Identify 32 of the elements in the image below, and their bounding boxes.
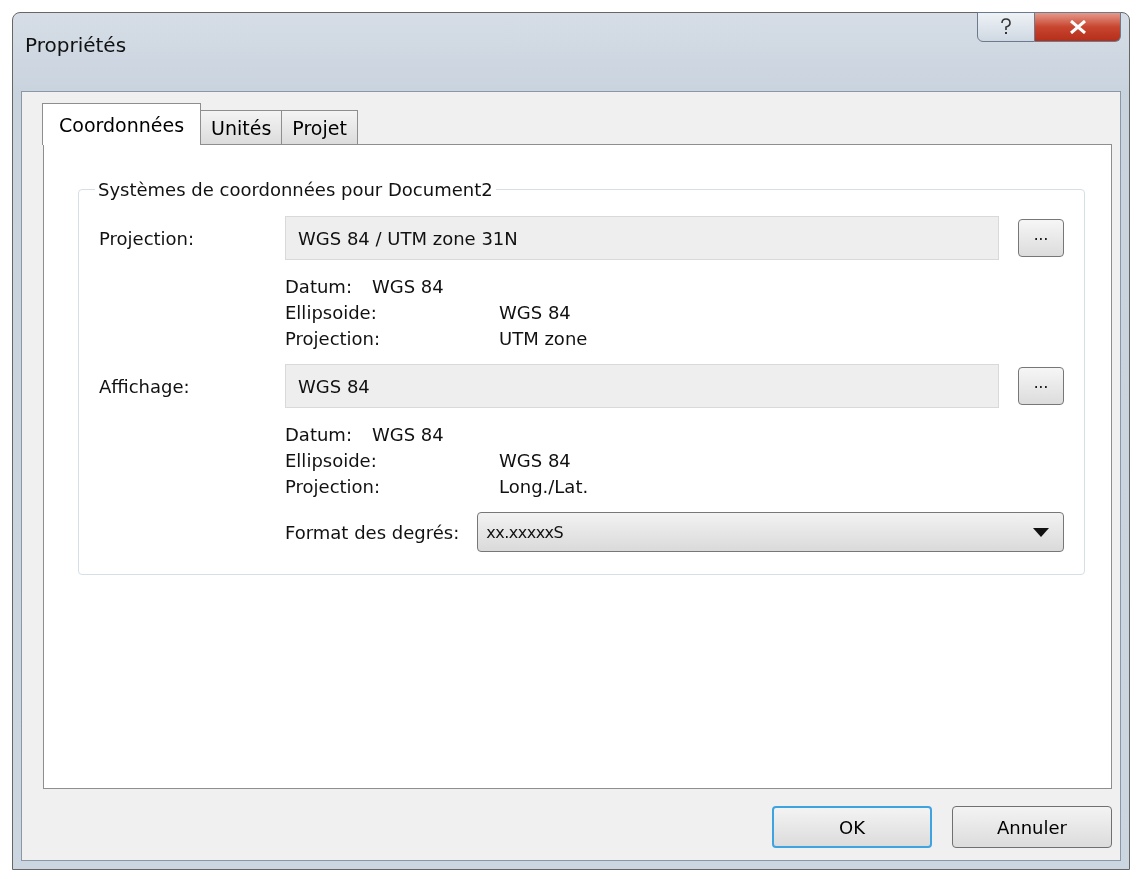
text-field[interactable]: WGS 84 [285,364,999,408]
detail-value: WGS 84 [371,275,444,299]
window-title: Propriétés [25,33,127,57]
detail-value: UTM zone [499,327,588,351]
detail-value: WGS 84 [499,449,571,473]
help-button[interactable] [977,12,1035,42]
tab[interactable]: Coordonnées [42,103,202,145]
cancel-button[interactable]: Annuler [952,806,1112,848]
text-field[interactable]: WGS 84 / UTM zone 31N [285,216,999,260]
detail-label: Ellipsoide: [285,301,378,325]
browse-button[interactable]: ... [1018,219,1064,257]
field-label: Format des degrés: [285,521,460,543]
help-icon [1000,18,1012,36]
caret-icon [1033,527,1049,537]
detail-value: WGS 84 [499,301,571,325]
detail-value: Long./Lat. [499,475,589,499]
close-button[interactable] [1035,12,1121,42]
field-label: Projection: [99,227,196,249]
detail-label: Datum: [285,275,352,299]
detail-label: Projection: [285,327,382,351]
close-icon [1068,20,1087,34]
browse-button[interactable]: ... [1018,367,1064,405]
detail-value: WGS 84 [371,423,444,447]
ok-button[interactable]: OK [772,806,932,848]
group-title: Systèmes de coordonnées pour Document2 [97,179,494,200]
field-label: Affichage: [99,375,191,397]
detail-label: Datum: [285,423,352,447]
dropdown[interactable]: xx.xxxxxS [477,512,1064,552]
detail-label: Projection: [285,475,382,499]
tab[interactable]: Projet [281,110,358,144]
tab[interactable]: Unités [200,110,283,144]
detail-label: Ellipsoide: [285,449,378,473]
